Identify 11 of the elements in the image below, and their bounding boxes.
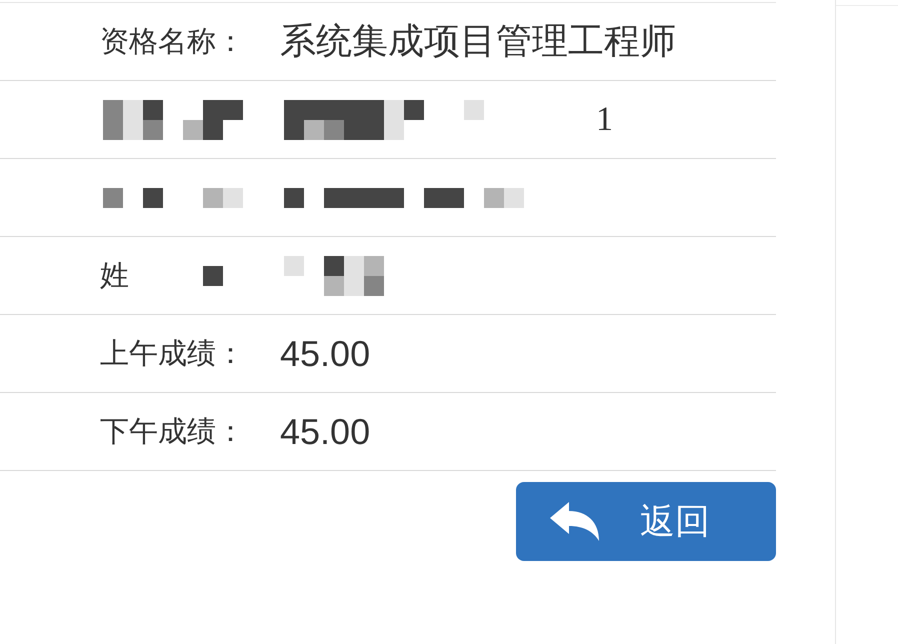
field-value: 系统集成项目管理工程师 bbox=[280, 19, 676, 63]
reply-arrow-icon bbox=[550, 502, 600, 542]
field-label: 姓 bbox=[100, 258, 129, 294]
pixelated-mosaic bbox=[203, 266, 223, 286]
field-value: 45.00 bbox=[280, 332, 370, 374]
field-label: 资格名称： bbox=[100, 24, 245, 60]
field-label: 上午成绩： bbox=[100, 336, 245, 372]
field-value: 1 bbox=[596, 100, 613, 138]
field-label: 下午成绩： bbox=[100, 414, 245, 450]
back-button[interactable]: 返回 bbox=[516, 482, 776, 561]
field-value: 45.00 bbox=[280, 410, 370, 452]
